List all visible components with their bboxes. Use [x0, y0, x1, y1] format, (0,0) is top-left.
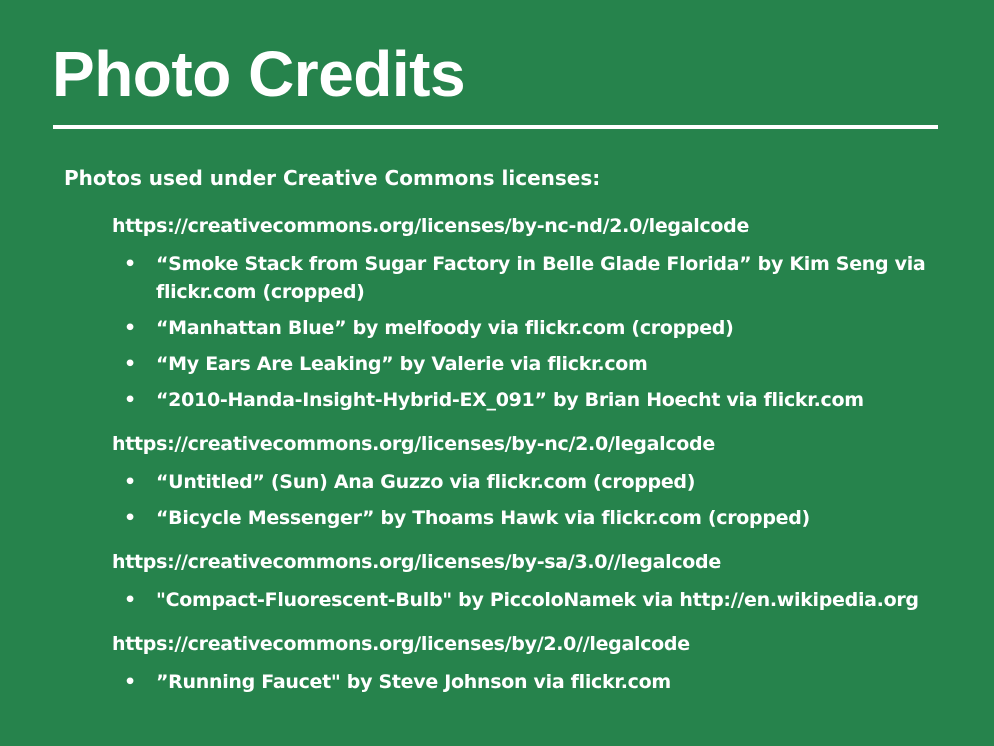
license-group: https://creativecommons.org/licenses/by-…: [112, 548, 942, 614]
credits-list: https://creativecommons.org/licenses/by-…: [112, 212, 942, 712]
credit-text: “2010-Handa-Insight-Hybrid-EX_091” by Br…: [156, 389, 864, 411]
credit-text: "Compact-Fluorescent-Bulb" by PiccoloNam…: [156, 589, 919, 611]
credit-item: • “My Ears Are Leaking” by Valerie via fl…: [112, 350, 942, 378]
license-url: https://creativecommons.org/licenses/by-…: [112, 433, 715, 455]
credit-list: • ”Running Faucet" by Steve Johnson via f…: [112, 668, 942, 696]
bullet-icon: •: [124, 671, 136, 693]
bullet-icon: •: [124, 471, 136, 493]
credit-item: • “Manhattan Blue” by melfoody via flickr…: [112, 314, 942, 342]
credit-item: • “Untitled” (Sun) Ana Guzzo via flickr.c…: [112, 468, 942, 496]
credit-list: • "Compact-Fluorescent-Bulb" by PiccoloNa…: [112, 586, 942, 614]
license-group: https://creativecommons.org/licenses/by-…: [112, 430, 942, 532]
credit-list: • “Smoke Stack from Sugar Factory in Bell…: [112, 250, 942, 414]
page-title: Photo Credits: [52, 38, 466, 110]
bullet-icon: •: [124, 353, 136, 375]
bullet-icon: •: [124, 507, 136, 529]
credit-text: ”Running Faucet" by Steve Johnson via fl…: [156, 671, 671, 693]
credit-item: • “Smoke Stack from Sugar Factory in Bell…: [112, 250, 942, 306]
intro-text: Photos used under Creative Commons licen…: [64, 166, 601, 190]
credit-text: “Manhattan Blue” by melfoody via flickr.…: [156, 317, 734, 339]
license-url: https://creativecommons.org/licenses/by/…: [112, 633, 690, 655]
bullet-icon: •: [124, 389, 136, 411]
title-divider: [53, 125, 938, 129]
bullet-icon: •: [124, 317, 136, 339]
credit-item: • “2010-Handa-Insight-Hybrid-EX_091” by B…: [112, 386, 942, 414]
bullet-icon: •: [124, 253, 136, 275]
license-group: https://creativecommons.org/licenses/by/…: [112, 630, 942, 696]
bullet-icon: •: [124, 589, 136, 611]
license-group: https://creativecommons.org/licenses/by-…: [112, 212, 942, 414]
credit-item: • “Bicycle Messenger” by Thoams Hawk via …: [112, 504, 942, 532]
license-url: https://creativecommons.org/licenses/by-…: [112, 215, 750, 237]
credit-text: “Smoke Stack from Sugar Factory in Belle…: [156, 253, 926, 303]
credit-text: “My Ears Are Leaking” by Valerie via fli…: [156, 353, 648, 375]
license-url: https://creativecommons.org/licenses/by-…: [112, 551, 721, 573]
credit-item: • ”Running Faucet" by Steve Johnson via f…: [112, 668, 942, 696]
credit-list: • “Untitled” (Sun) Ana Guzzo via flickr.c…: [112, 468, 942, 532]
credit-text: “Untitled” (Sun) Ana Guzzo via flickr.co…: [156, 471, 696, 493]
credit-item: • "Compact-Fluorescent-Bulb" by PiccoloNa…: [112, 586, 942, 614]
credit-text: “Bicycle Messenger” by Thoams Hawk via f…: [156, 507, 810, 529]
